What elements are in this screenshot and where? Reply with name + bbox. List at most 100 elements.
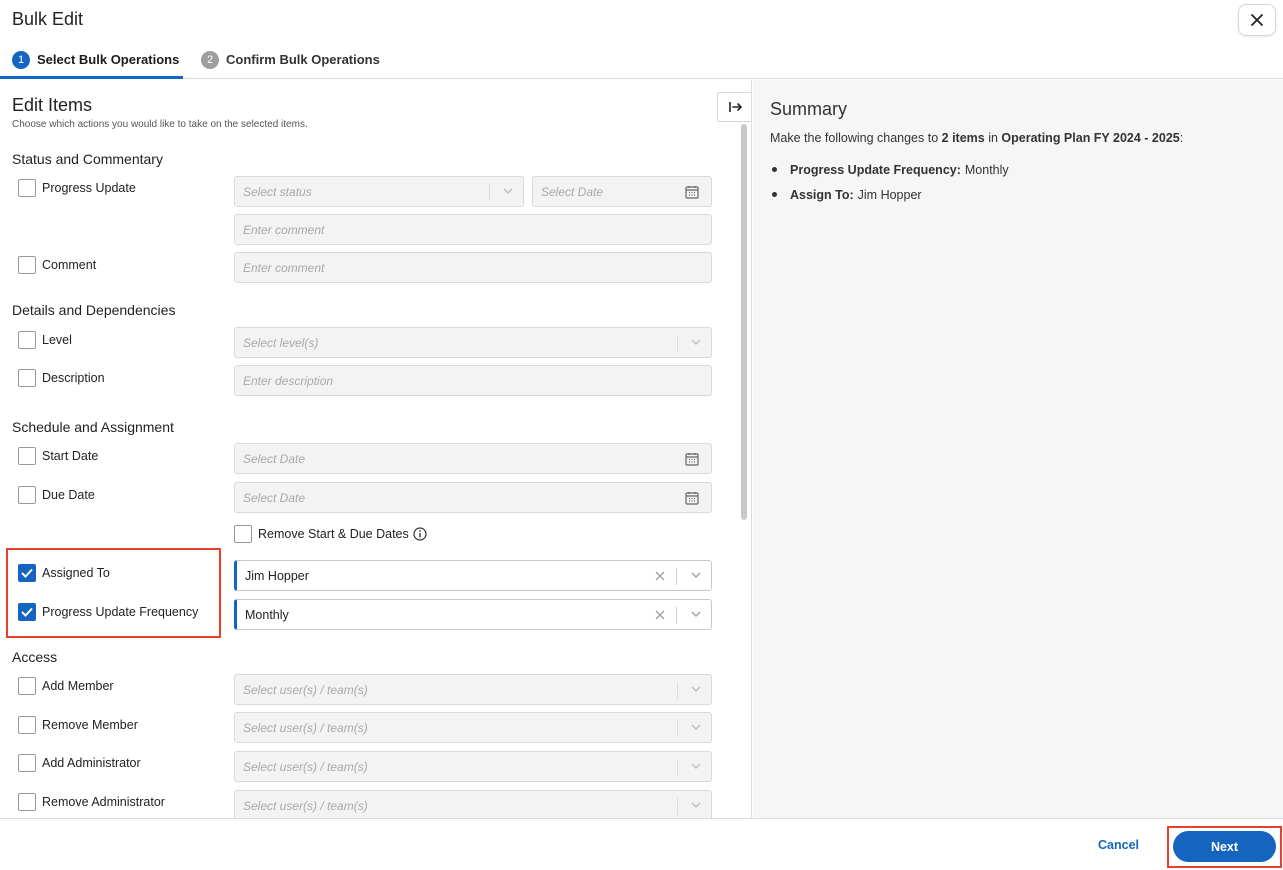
divider bbox=[489, 184, 490, 201]
due-date-picker[interactable]: Select Date bbox=[234, 482, 712, 513]
date-placeholder: Select Date bbox=[541, 184, 604, 199]
remove-member-label: Remove Member bbox=[42, 718, 138, 732]
add-administrator-placeholder: Select user(s) / team(s) bbox=[243, 759, 368, 774]
add-administrator-checkbox[interactable] bbox=[18, 754, 36, 772]
remove-member-select[interactable]: Select user(s) / team(s) bbox=[234, 712, 712, 743]
description-checkbox[interactable] bbox=[18, 369, 36, 387]
chevron-down-icon bbox=[691, 802, 701, 808]
collapse-summary-button[interactable] bbox=[717, 92, 751, 122]
summary-intro: Make the following changes to 2 items in… bbox=[770, 131, 1183, 145]
assigned-to-select[interactable]: Jim Hopper bbox=[234, 560, 712, 591]
frequency-checkbox[interactable] bbox=[18, 603, 36, 621]
remove-dates-label-wrap: Remove Start & Due Dates bbox=[258, 527, 427, 541]
remove-administrator-option[interactable]: Remove Administrator bbox=[18, 793, 165, 811]
comment-checkbox[interactable] bbox=[18, 256, 36, 274]
level-label: Level bbox=[42, 333, 72, 347]
clear-icon[interactable] bbox=[655, 610, 665, 620]
section-schedule-assignment: Schedule and Assignment bbox=[12, 419, 174, 435]
add-administrator-option[interactable]: Add Administrator bbox=[18, 754, 141, 772]
remove-dates-label: Remove Start & Due Dates bbox=[258, 527, 409, 541]
section-details-dependencies: Details and Dependencies bbox=[12, 302, 176, 318]
due-date-checkbox[interactable] bbox=[18, 486, 36, 504]
stepper: 1 Select Bulk Operations 2 Confirm Bulk … bbox=[0, 40, 1283, 79]
summary-list-item: Assign To: Jim Hopper bbox=[770, 182, 1009, 207]
step-label: Confirm Bulk Operations bbox=[226, 52, 380, 67]
description-input[interactable]: Enter description bbox=[234, 365, 712, 396]
progress-update-option[interactable]: Progress Update bbox=[18, 179, 136, 197]
summary-plan-name: Operating Plan FY 2024 - 2025 bbox=[1001, 131, 1180, 145]
frequency-value: Monthly bbox=[245, 607, 289, 622]
chevron-down-icon[interactable] bbox=[691, 571, 701, 579]
progress-comment-input[interactable]: Enter comment bbox=[234, 214, 712, 245]
comment-option[interactable]: Comment bbox=[18, 256, 96, 274]
start-date-picker[interactable]: Select Date bbox=[234, 443, 712, 474]
selected-options-highlight bbox=[6, 548, 221, 638]
summary-item-key: Progress Update Frequency: bbox=[790, 162, 961, 177]
summary-intro-suffix: : bbox=[1179, 131, 1184, 145]
arrow-right-to-bar-icon bbox=[728, 102, 742, 112]
summary-item-value: Jim Hopper bbox=[857, 187, 922, 202]
frequency-select[interactable]: Monthly bbox=[234, 599, 712, 630]
remove-administrator-checkbox[interactable] bbox=[18, 793, 36, 811]
chevron-down-icon bbox=[691, 763, 701, 769]
add-member-select[interactable]: Select user(s) / team(s) bbox=[234, 674, 712, 705]
assigned-to-option[interactable]: Assigned To bbox=[18, 564, 110, 582]
start-date-label: Start Date bbox=[42, 449, 99, 463]
remove-member-checkbox[interactable] bbox=[18, 716, 36, 734]
comment-label: Comment bbox=[42, 258, 97, 272]
remove-administrator-placeholder: Select user(s) / team(s) bbox=[243, 798, 368, 813]
chevron-down-icon bbox=[691, 724, 701, 730]
start-date-placeholder: Select Date bbox=[243, 451, 306, 466]
calendar-icon bbox=[685, 186, 699, 199]
comment-input[interactable]: Enter comment bbox=[234, 252, 712, 283]
divider bbox=[677, 682, 678, 699]
add-member-label: Add Member bbox=[42, 679, 114, 693]
level-select[interactable]: Select level(s) bbox=[234, 327, 712, 358]
status-date-picker[interactable]: Select Date bbox=[532, 176, 712, 207]
description-option[interactable]: Description bbox=[18, 369, 105, 387]
dialog-footer: Cancel Next bbox=[0, 818, 1283, 870]
progress-update-label: Progress Update bbox=[42, 181, 136, 195]
progress-update-checkbox[interactable] bbox=[18, 179, 36, 197]
comment-placeholder: Enter comment bbox=[243, 260, 325, 275]
remove-dates-option[interactable]: Remove Start & Due Dates bbox=[234, 525, 427, 543]
add-administrator-select[interactable]: Select user(s) / team(s) bbox=[234, 751, 712, 782]
add-member-option[interactable]: Add Member bbox=[18, 677, 114, 695]
next-button[interactable]: Next bbox=[1173, 831, 1276, 862]
chevron-down-icon bbox=[691, 339, 701, 345]
clear-icon[interactable] bbox=[655, 571, 665, 581]
dialog-title: Bulk Edit bbox=[12, 9, 84, 29]
due-date-placeholder: Select Date bbox=[243, 490, 306, 505]
close-button[interactable] bbox=[1238, 4, 1276, 36]
due-date-option[interactable]: Due Date bbox=[18, 486, 95, 504]
add-member-checkbox[interactable] bbox=[18, 677, 36, 695]
step-confirm-bulk-operations[interactable]: 2 Confirm Bulk Operations bbox=[201, 40, 380, 79]
summary-list-item: Progress Update Frequency: Monthly bbox=[770, 157, 1009, 182]
cancel-button[interactable]: Cancel bbox=[1098, 838, 1139, 852]
dialog-header: Bulk Edit bbox=[0, 0, 1283, 40]
divider bbox=[677, 720, 678, 737]
assigned-to-checkbox[interactable] bbox=[18, 564, 36, 582]
start-date-option[interactable]: Start Date bbox=[18, 447, 98, 465]
start-date-checkbox[interactable] bbox=[18, 447, 36, 465]
divider bbox=[677, 759, 678, 776]
summary-list: Progress Update Frequency: Monthly Assign… bbox=[770, 157, 1009, 207]
remove-dates-checkbox[interactable] bbox=[234, 525, 252, 543]
frequency-option[interactable]: Progress Update Frequency bbox=[18, 603, 198, 621]
divider bbox=[677, 335, 678, 352]
section-access: Access bbox=[12, 649, 58, 665]
step-label: Select Bulk Operations bbox=[37, 52, 180, 67]
add-administrator-label: Add Administrator bbox=[42, 756, 141, 770]
chevron-down-icon[interactable] bbox=[691, 610, 701, 618]
remove-administrator-select[interactable]: Select user(s) / team(s) bbox=[234, 790, 712, 818]
close-icon bbox=[1251, 14, 1263, 26]
scrollbar[interactable] bbox=[741, 124, 747, 520]
level-option[interactable]: Level bbox=[18, 331, 72, 349]
info-icon[interactable] bbox=[413, 527, 427, 541]
remove-member-option[interactable]: Remove Member bbox=[18, 716, 138, 734]
step-select-bulk-operations[interactable]: 1 Select Bulk Operations bbox=[12, 40, 179, 79]
level-checkbox[interactable] bbox=[18, 331, 36, 349]
calendar-icon bbox=[685, 453, 699, 466]
level-placeholder: Select level(s) bbox=[243, 335, 319, 350]
status-select[interactable]: Select status bbox=[234, 176, 524, 207]
